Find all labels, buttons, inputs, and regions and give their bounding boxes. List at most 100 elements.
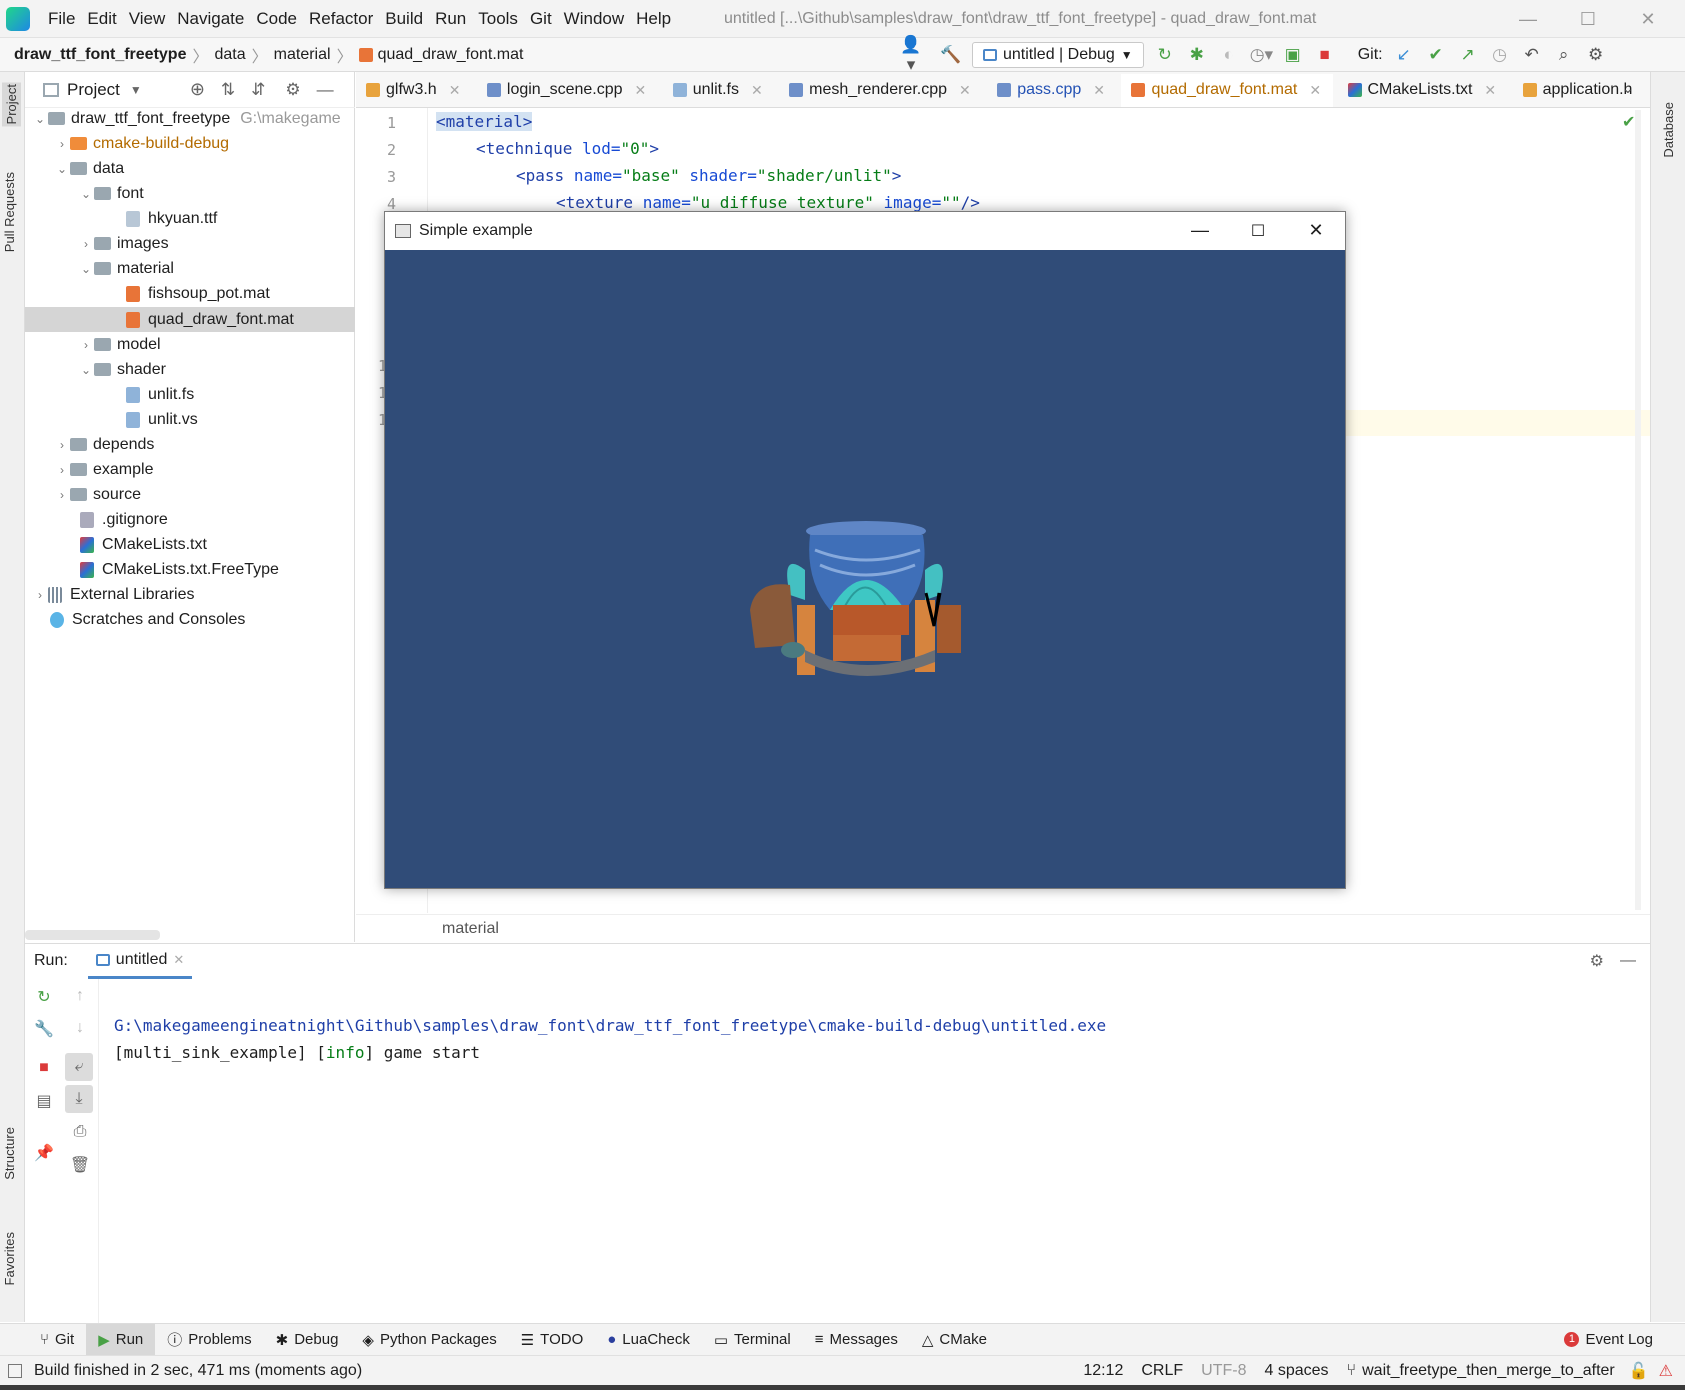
chevron-down-icon[interactable]: ⌄ — [32, 112, 48, 126]
hide-panel-icon[interactable]: — — [317, 80, 334, 100]
run-config-select[interactable]: untitled | Debug ▼ — [972, 42, 1144, 68]
rollback-icon[interactable]: ↶ — [1521, 45, 1543, 65]
horizontal-scrollbar[interactable] — [25, 930, 160, 940]
status-message[interactable]: Build finished in 2 sec, 471 ms (moments… — [34, 1362, 362, 1380]
close-icon[interactable]: ✕ — [1484, 82, 1496, 99]
collapse-all-icon[interactable]: ⇵ — [251, 80, 265, 100]
menu-code[interactable]: Code — [250, 0, 303, 38]
close-icon[interactable]: ✕ — [1093, 82, 1105, 99]
menu-view[interactable]: View — [123, 0, 172, 38]
line-separator[interactable]: CRLF — [1141, 1362, 1183, 1380]
tool-todo[interactable]: ☰ TODO — [509, 1324, 596, 1356]
close-button[interactable]: ✕ — [1287, 220, 1345, 241]
tool-terminal[interactable]: ▭ Terminal — [702, 1324, 803, 1356]
stop-icon[interactable]: ■ — [1314, 45, 1336, 65]
rerun-icon[interactable]: ↻ — [1154, 45, 1176, 65]
tree-item-external-libraries[interactable]: › External Libraries — [32, 582, 195, 607]
tool-git[interactable]: ⑂ Git — [28, 1324, 86, 1356]
close-icon[interactable]: ✕ — [1309, 82, 1321, 99]
menu-edit[interactable]: Edit — [81, 0, 122, 38]
chevron-down-icon[interactable]: ⌄ — [78, 187, 94, 201]
maximize-button[interactable]: ☐ — [1560, 0, 1616, 38]
render-canvas[interactable] — [385, 250, 1345, 888]
git-commit-icon[interactable]: ✔ — [1425, 45, 1447, 65]
console-output[interactable]: G:\makegameengineatnight\Github\samples\… — [114, 985, 1106, 1093]
tool-debug[interactable]: ✱ Debug — [264, 1324, 351, 1356]
menu-git[interactable]: Git — [524, 0, 558, 38]
tree-item-depends[interactable]: › depends — [54, 432, 154, 457]
close-button[interactable]: ✕ — [1620, 0, 1676, 38]
tree-item-cmakelists[interactable]: CMakeLists.txt — [80, 532, 207, 557]
tab-cmakelists-txt[interactable]: CMakeLists.txt ✕ — [1338, 72, 1509, 107]
layout-icon[interactable]: ▤ — [33, 1091, 55, 1111]
tree-item-shader[interactable]: ⌄ shader — [78, 357, 166, 382]
chevron-right-icon[interactable]: › — [78, 237, 94, 251]
tool-event-log[interactable]: 1 Event Log — [1552, 1324, 1665, 1356]
git-branch[interactable]: wait_freetype_then_merge_to_after — [1362, 1362, 1615, 1380]
settings-gear-icon[interactable]: ⚙ — [285, 80, 300, 100]
tab-glfw3-h[interactable]: glfw3.h ✕ — [356, 72, 472, 107]
caret-position[interactable]: 12:12 — [1083, 1362, 1123, 1380]
tree-item-root[interactable]: ⌄ draw_ttf_font_freetype G:\makegame — [32, 106, 341, 131]
stop-icon[interactable]: ■ — [33, 1059, 55, 1077]
tree-item-model[interactable]: › model — [78, 332, 161, 357]
favorites-side-tab[interactable]: Favorites — [2, 1232, 17, 1285]
code-line-4[interactable]: <texture name="u_diffuse_texture" image=… — [556, 193, 980, 212]
tree-item-cmakelists-freetype[interactable]: CMakeLists.txt.FreeType — [80, 557, 279, 582]
breadcrumb-material[interactable]: material — [274, 46, 331, 64]
chevron-right-icon[interactable]: › — [32, 588, 48, 602]
close-icon[interactable]: ✕ — [959, 82, 971, 99]
user-icon[interactable]: 👤▾ — [900, 35, 922, 75]
code-line-1[interactable]: <material> — [436, 112, 533, 131]
settings-gear-icon[interactable]: ⚙ — [1590, 951, 1604, 971]
trash-icon[interactable]: 🗑 — [69, 1155, 91, 1175]
profile-icon[interactable]: ◷▾ — [1250, 45, 1273, 65]
scroll-to-end-icon[interactable]: ⤓ — [65, 1085, 93, 1113]
tree-item-hkyuan-ttf[interactable]: hkyuan.ttf — [126, 206, 217, 231]
breadcrumb-project[interactable]: draw_ttf_font_freetype — [14, 46, 186, 64]
tree-item-font[interactable]: ⌄ font — [78, 181, 144, 206]
tab-login-scene-cpp[interactable]: login_scene.cpp ✕ — [477, 72, 658, 107]
code-line-3[interactable]: <pass name="base" shader="shader/unlit"> — [516, 166, 901, 185]
chevron-down-icon[interactable]: ⌄ — [78, 262, 94, 276]
chevron-down-icon[interactable]: ⌄ — [54, 162, 70, 176]
menu-window[interactable]: Window — [558, 0, 630, 38]
tree-item-unlit-vs[interactable]: unlit.vs — [126, 407, 198, 432]
minimize-button[interactable]: — — [1171, 220, 1229, 241]
tree-item-unlit-fs[interactable]: unlit.fs — [126, 382, 194, 407]
tree-item-source[interactable]: › source — [54, 482, 141, 507]
structure-side-tab[interactable]: Structure — [2, 1127, 17, 1180]
tool-problems[interactable]: ⓘ Problems — [155, 1324, 263, 1356]
lock-icon[interactable]: 🔓 — [1629, 1361, 1649, 1381]
search-icon[interactable]: ⌕ — [1553, 45, 1575, 65]
database-side-tab[interactable]: Database — [1661, 102, 1676, 158]
indent-setting[interactable]: 4 spaces — [1264, 1362, 1328, 1380]
breadcrumb-data[interactable]: data — [215, 46, 246, 64]
breadcrumb-file[interactable]: quad_draw_font.mat — [378, 46, 524, 64]
git-update-icon[interactable]: ↙ — [1393, 45, 1415, 65]
project-header-label[interactable]: Project — [67, 80, 120, 100]
menu-navigate[interactable]: Navigate — [171, 0, 250, 38]
print-icon[interactable]: ⎙ — [69, 1123, 91, 1141]
pull-requests-side-tab[interactable]: Pull Requests — [2, 172, 17, 252]
menu-tools[interactable]: Tools — [472, 0, 524, 38]
settings-gear-icon[interactable]: ⚙ — [1585, 45, 1607, 65]
arrow-up-icon[interactable]: ↑ — [69, 987, 91, 1005]
hide-panel-icon[interactable]: — — [1620, 952, 1636, 970]
menu-build[interactable]: Build — [379, 0, 429, 38]
tree-item-fishsoup-pot-mat[interactable]: fishsoup_pot.mat — [126, 281, 270, 306]
coverage-icon[interactable]: ◐ — [1218, 45, 1240, 65]
editor-breadcrumb-item[interactable]: material — [442, 920, 499, 938]
expand-all-icon[interactable]: ⇅ — [221, 80, 235, 100]
simple-example-window[interactable]: Simple example — ☐ ✕ — [384, 211, 1346, 889]
close-icon[interactable]: ✕ — [751, 82, 763, 99]
pin-icon[interactable]: 📌 — [33, 1143, 55, 1163]
tool-cmake[interactable]: △ CMake — [910, 1324, 999, 1356]
tree-item-scratches[interactable]: Scratches and Consoles — [50, 607, 245, 632]
tab-mesh-renderer-cpp[interactable]: mesh_renderer.cpp ✕ — [779, 72, 983, 107]
tree-item-material[interactable]: ⌄ material — [78, 256, 174, 281]
tool-messages[interactable]: ≡ Messages — [803, 1324, 910, 1356]
wrench-icon[interactable]: 🔧 — [33, 1019, 55, 1039]
code-line-2[interactable]: <technique lod="0"> — [476, 139, 659, 158]
tree-item-example[interactable]: › example — [54, 457, 153, 482]
